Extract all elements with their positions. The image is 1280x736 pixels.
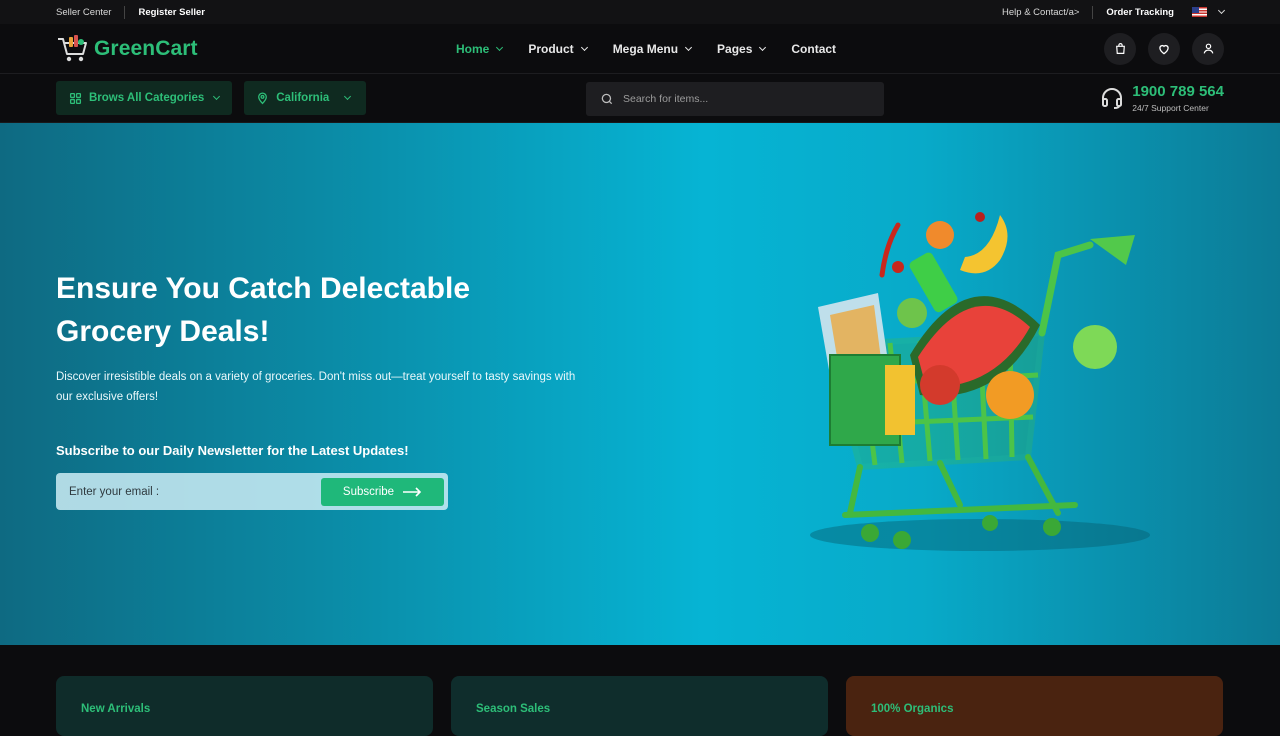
headset-icon [1102,88,1123,109]
promo-card-season-sales[interactable]: Season Sales [451,676,828,736]
support-text: 1900 789 564 24/7 Support Center [1132,84,1224,113]
location-dropdown[interactable]: California [244,81,367,115]
arrow-right-icon [403,486,422,497]
wishlist-button[interactable] [1148,32,1180,65]
hero-title-line: Grocery Deals! [56,315,270,348]
chevron-down-icon [496,43,504,51]
bag-icon [1115,43,1125,54]
search-input[interactable]: Search for items... [623,93,708,105]
sub-header: Brows All Categories California Search f… [0,74,1280,123]
divider [1092,5,1094,19]
subscribe-button[interactable]: Subscribe [321,477,444,506]
nav-label: Home [456,42,490,56]
card-label: Season Sales [476,703,551,715]
nav-contact[interactable]: Contact [791,42,836,56]
nav-label: Mega Menu [612,42,679,56]
hero-content: Ensure You Catch Delectable Grocery Deal… [56,267,596,510]
subscribe-label: Subscribe [342,485,395,498]
seller-center-link[interactable]: Seller Center [56,7,111,18]
location-label: California [276,92,330,104]
cart-button[interactable] [1104,32,1136,65]
promo-card-new-arrivals[interactable]: New Arrivals [56,676,433,736]
top-bar: Seller Center Register Seller Help & Con… [0,0,1280,24]
divider [124,5,126,19]
account-button[interactable] [1192,32,1224,65]
nav-home[interactable]: Home [456,42,504,56]
top-bar-left: Seller Center Register Seller [56,0,205,24]
heart-icon [1159,44,1169,54]
promo-cards: New Arrivals Season Sales 100% Organics [56,676,1223,736]
chevron-down-icon [684,43,693,51]
email-field[interactable]: Enter your email : [69,486,321,498]
newsletter-heading: Subscribe to our Daily Newsletter for th… [56,443,409,458]
order-tracking-link[interactable]: Order Tracking [1106,7,1174,18]
hero-description: Discover irresistible deals on a variety… [56,371,576,403]
top-bar-right: Help & Contact/a> Order Tracking [1002,0,1226,24]
promo-card-organics[interactable]: 100% Organics [846,676,1223,736]
logo-text: GreenCart [94,36,198,60]
support-phone[interactable]: 1900 789 564 [1132,84,1224,99]
nav-pages[interactable]: Pages [717,42,767,56]
chevron-down-icon [344,92,352,100]
categories-label: Brows All Categories [89,92,205,104]
search-bar[interactable]: Search for items... [586,82,884,116]
nav-product[interactable]: Product [528,42,588,56]
search-icon [601,93,613,105]
main-nav: Home Product Mega Menu Pages Contact [456,24,836,74]
nav-label: Contact [791,42,837,56]
chevron-down-icon [759,43,767,51]
grid-icon [69,92,82,104]
user-icon [1203,43,1213,54]
header-actions [1104,32,1224,65]
support-label: 24/7 Support Center [1132,102,1209,113]
nav-label: Pages [717,42,753,56]
chevron-down-icon[interactable] [1217,6,1226,14]
us-flag-icon[interactable] [1192,7,1207,17]
help-contact-link[interactable]: Help & Contact/a> [1002,7,1079,18]
card-label: New Arrivals [81,703,151,715]
newsletter-form: Enter your email : Subscribe [56,473,448,510]
logo[interactable]: GreenCart [56,34,198,64]
map-pin-icon [258,92,268,105]
hero-title-line: Ensure You Catch Delectable [56,272,471,305]
register-seller-link[interactable]: Register Seller [138,7,205,18]
grocery-cart-illustration [810,212,1150,551]
main-header: GreenCart Home Product Mega Menu Pages C… [0,24,1280,74]
cart-logo-icon [58,34,87,61]
nav-label: Product [528,42,574,56]
hero-title: Ensure You Catch Delectable Grocery Deal… [56,267,596,353]
hero-banner: Ensure You Catch Delectable Grocery Deal… [0,123,1280,645]
chevron-down-icon [580,43,588,51]
card-label: 100% Organics [871,703,954,715]
categories-dropdown[interactable]: Brows All Categories [56,81,233,115]
support-info[interactable]: 1900 789 564 24/7 Support Center [1100,84,1224,113]
chevron-down-icon [213,92,221,100]
nav-mega-menu[interactable]: Mega Menu [612,42,693,56]
